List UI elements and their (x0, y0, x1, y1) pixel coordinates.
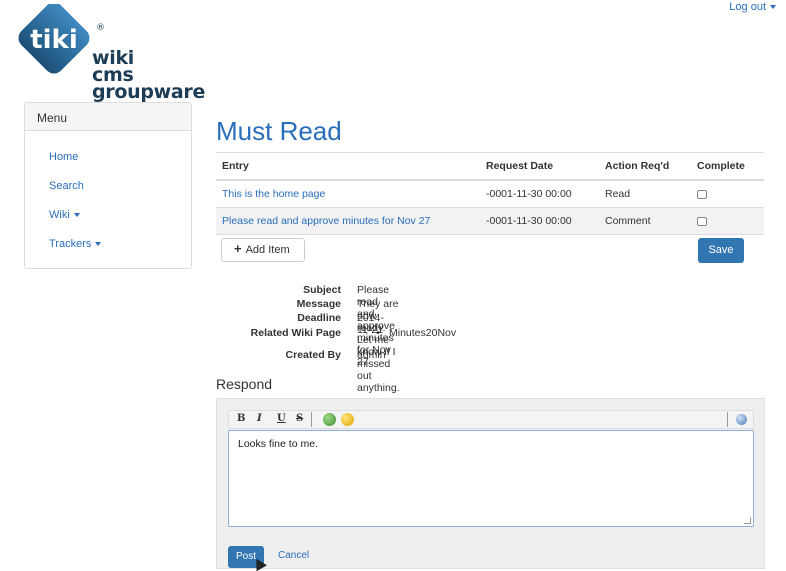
request-date: -0001-11-30 00:00 (480, 207, 599, 235)
strikethrough-button[interactable]: S (296, 413, 303, 424)
column-header-complete[interactable]: Complete (691, 152, 764, 181)
complete-checkbox[interactable] (697, 189, 707, 199)
related-wiki-label: Related Wiki Page (250, 327, 341, 339)
subject-label: Subject (303, 284, 341, 296)
comment-textarea[interactable]: Looks fine to me. (228, 430, 754, 527)
toolbar-divider (727, 412, 728, 427)
logout-link[interactable]: Log out (729, 1, 776, 13)
sidebar-item-search[interactable]: Search (49, 180, 84, 192)
resize-handle-icon[interactable] (744, 517, 751, 524)
table-row: Please read and approve minutes for Nov … (216, 207, 764, 235)
column-header-request-date[interactable]: Request Date (480, 152, 599, 181)
action-required: Read (599, 180, 691, 208)
bullet-icon: • (376, 327, 380, 339)
entry-link[interactable]: Please read and approve minutes for Nov … (222, 215, 430, 227)
action-required: Comment (599, 207, 691, 235)
sidebar-item-trackers[interactable]: Trackers (49, 238, 102, 250)
bold-button[interactable]: B (237, 413, 245, 424)
sidebar-item-home[interactable]: Home (49, 151, 78, 163)
toolbar-divider (311, 412, 312, 427)
logo-text: wiki cms groupware (92, 47, 206, 103)
caret-down-icon (95, 242, 102, 247)
complete-checkbox[interactable] (697, 216, 707, 226)
message-label: Message (296, 298, 341, 310)
column-header-action[interactable]: Action Req'd (599, 152, 691, 181)
table-header-row: Entry Request Date Action Req'd Complete (216, 152, 764, 181)
color-icon[interactable] (323, 413, 336, 426)
table-row: This is the home page -0001-11-30 00:00 … (216, 180, 764, 208)
help-icon[interactable] (736, 414, 747, 425)
sidebar-item-wiki[interactable]: Wiki (49, 209, 80, 221)
request-date: -0001-11-30 00:00 (480, 180, 599, 208)
related-wiki-link[interactable]: Minutes20Nov (389, 327, 456, 339)
logo-badge-text: tiki (30, 25, 78, 55)
italic-button[interactable]: I (257, 413, 262, 424)
underline-button[interactable]: U (277, 413, 286, 424)
editor-toolbar: B I U S (228, 410, 754, 429)
created-by-value: admin (357, 349, 386, 361)
menu-title: Menu (25, 103, 191, 131)
entry-link[interactable]: This is the home page (222, 188, 325, 200)
deadline-label: Deadline (297, 312, 341, 324)
caret-down-icon (73, 213, 80, 218)
cancel-link[interactable]: Cancel (278, 550, 309, 561)
caret-down-icon (770, 5, 776, 10)
add-item-button[interactable]: + Add Item (221, 238, 305, 262)
must-read-table: Entry Request Date Action Req'd Complete… (216, 152, 764, 235)
logo[interactable]: tiki ® wiki cms groupware (10, 4, 210, 104)
svg-text:®: ® (96, 23, 105, 33)
plus-icon: + (234, 241, 242, 256)
respond-heading: Respond (216, 376, 273, 392)
comment-editor: B I U S Looks fine to me. Post Cancel (216, 398, 765, 571)
column-header-entry[interactable]: Entry (216, 152, 480, 181)
save-button[interactable]: Save (698, 238, 744, 263)
page-title: Must Read (216, 116, 342, 146)
smiley-icon[interactable] (341, 413, 354, 426)
created-by-label: Created By (285, 349, 341, 361)
sidebar-menu: Menu Home Search Wiki Trackers (24, 102, 192, 269)
